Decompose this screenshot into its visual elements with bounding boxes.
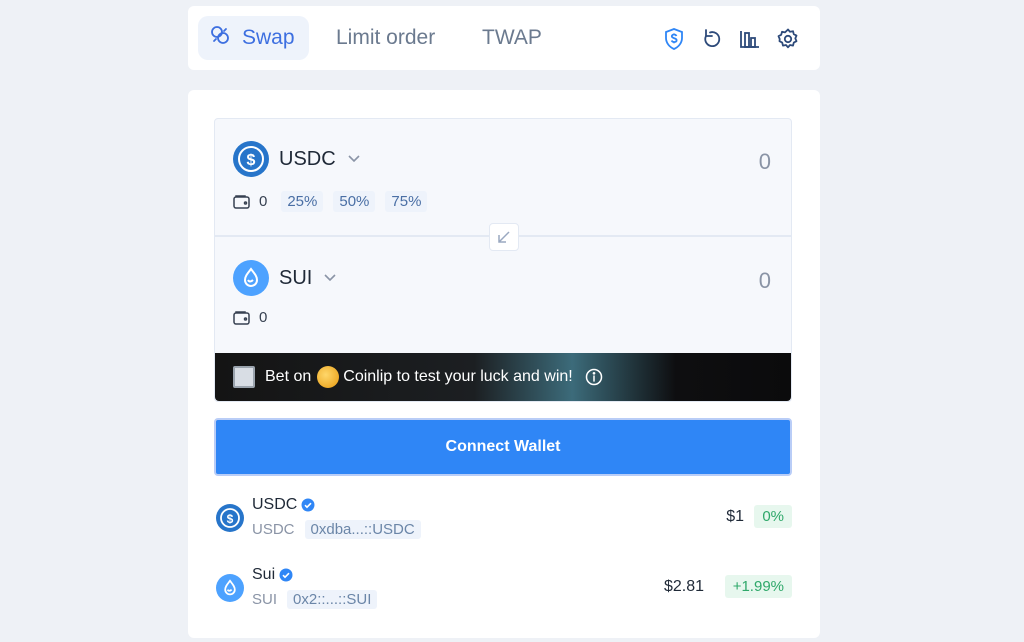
swap-box: $ USDC 0 0 25% 50% 75% SUI 0 0 Bet on Co… [214,118,792,402]
tabs-bar: Swap Limit order TWAP [188,6,820,70]
token-symbol: USDC [252,521,295,538]
tab-swap[interactable]: Swap [198,16,309,60]
sui-logo-icon [233,260,269,296]
chevron-down-icon [348,150,360,168]
swap-panel: $ USDC 0 0 25% 50% 75% SUI 0 0 Bet on Co… [188,90,820,638]
price-change-badge: 0% [754,505,792,528]
svg-text:$: $ [247,152,256,169]
verified-badge-icon [301,498,315,512]
info-icon[interactable] [585,368,603,386]
usdc-logo-icon: $ [233,141,269,177]
tab-swap-label: Swap [242,26,295,49]
verified-badge-icon [279,568,293,582]
token-name: USDC [252,496,298,513]
tab-twap[interactable]: TWAP [470,16,554,60]
promo-prefix: Bet on [265,368,312,385]
price-change-badge: +1.99% [724,575,792,598]
from-balance-row: 0 25% 50% 75% [233,191,428,212]
token-info-row: $ USDC USDC 0xdba...::USDC $1 0% [214,492,792,542]
wallet-icon [233,194,251,210]
usdc-logo-icon: $ [216,504,244,532]
from-amount-input[interactable]: 0 [759,149,771,175]
tab-limit-order[interactable]: Limit order [324,16,447,60]
coinflip-promo-banner: Bet on Coinlip to test your luck and win… [215,353,791,401]
percent-75-button[interactable]: 75% [385,191,428,212]
from-balance: 0 [259,193,268,210]
connect-wallet-button[interactable]: Connect Wallet [214,418,792,476]
token-price: $1 [726,508,744,525]
promo-text: Coinlip to test your luck and win! [343,368,573,385]
refresh-icon[interactable] [698,26,726,52]
to-balance-row: 0 [233,309,271,326]
token-name: Sui [252,566,276,583]
chevron-down-icon [324,269,336,287]
wallet-icon [233,310,251,326]
from-token-selector[interactable]: $ USDC [233,141,360,177]
arrow-down-left-icon [498,231,510,243]
to-token-selector[interactable]: SUI [233,260,336,296]
chart-icon[interactable] [736,26,764,52]
promo-checkbox[interactable] [233,366,255,388]
swap-icon [208,23,232,53]
token-address-link[interactable]: 0x2::...::SUI [287,590,378,609]
to-token-name: SUI [279,266,313,289]
percent-50-button[interactable]: 50% [333,191,376,212]
shield-dollar-icon[interactable] [660,26,688,52]
coin-icon [317,366,340,388]
svg-text:$: $ [227,512,234,526]
to-amount-input[interactable]: 0 [759,268,771,294]
gear-icon[interactable] [774,26,802,52]
to-balance: 0 [259,309,268,326]
sui-logo-icon [216,574,244,602]
from-token-name: USDC [279,147,336,170]
percent-25-button[interactable]: 25% [281,191,324,212]
token-info-row: Sui SUI 0x2::...::SUI $2.81 +1.99% [214,562,792,612]
token-address-link[interactable]: 0xdba...::USDC [304,520,421,539]
flip-direction-button[interactable] [489,223,519,251]
token-price: $2.81 [663,578,704,595]
token-symbol: SUI [252,591,278,608]
